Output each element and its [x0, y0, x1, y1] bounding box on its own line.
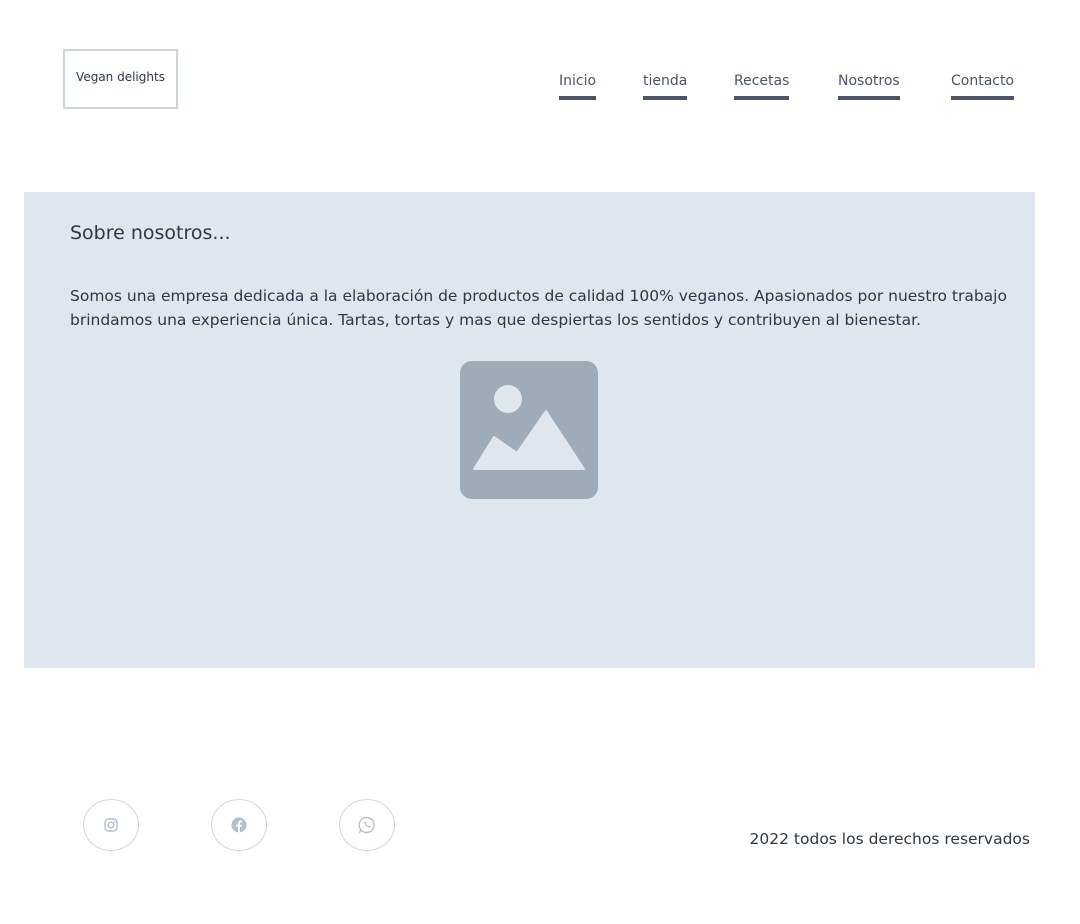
- instagram-icon: [104, 818, 118, 832]
- nav-item-recetas[interactable]: Recetas: [734, 73, 790, 100]
- copyright-text: 2022 todos los derechos reservados: [749, 830, 1030, 848]
- facebook-link[interactable]: [211, 799, 267, 851]
- nav-item-inicio[interactable]: Inicio: [559, 73, 597, 100]
- whatsapp-link[interactable]: [339, 799, 395, 851]
- page: Vegan delights Inicio tienda Recetas Nos…: [0, 0, 1080, 924]
- instagram-link[interactable]: [83, 799, 139, 851]
- facebook-icon: [231, 817, 247, 833]
- nav-item-tienda[interactable]: tienda: [643, 73, 688, 100]
- whatsapp-icon: [358, 816, 375, 834]
- about-section: Sobre nosotros... Somos una empresa dedi…: [24, 192, 1035, 668]
- main-nav: Inicio tienda Recetas Nosotros Contacto: [559, 73, 1015, 105]
- about-text: Somos una empresa dedicada a la elaborac…: [70, 287, 1007, 329]
- nav-item-contacto[interactable]: Contacto: [951, 73, 1015, 100]
- image-placeholder-icon: [460, 361, 598, 499]
- nav-item-nosotros[interactable]: Nosotros: [838, 73, 900, 100]
- logo-text: Vegan delights: [76, 70, 165, 84]
- logo[interactable]: Vegan delights: [63, 49, 178, 109]
- about-title: Sobre nosotros...: [70, 222, 231, 244]
